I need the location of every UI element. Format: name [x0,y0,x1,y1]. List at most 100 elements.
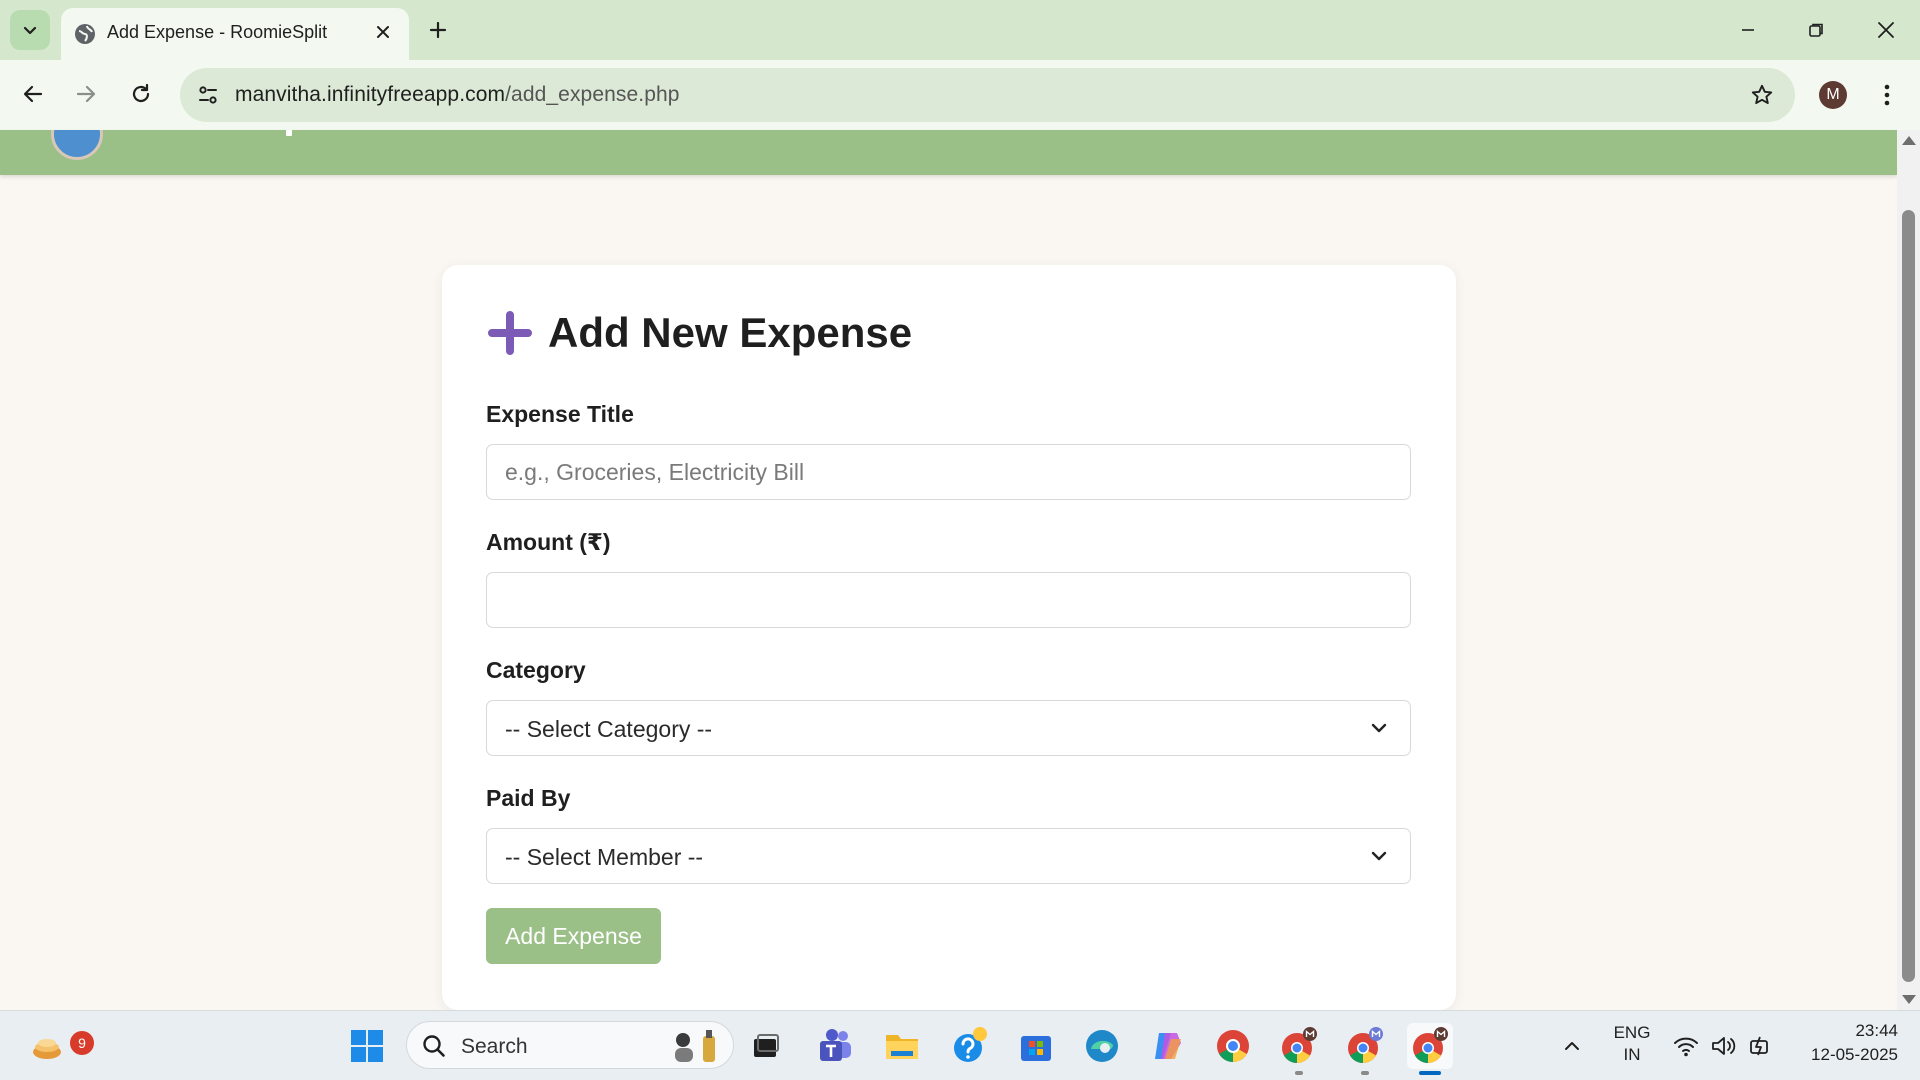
browser-menu-button[interactable] [1872,77,1902,113]
address-bar[interactable]: manvitha.infinityfreeapp.com/add_expense… [180,68,1795,122]
paid-by-select[interactable]: -- Select Member -- [486,828,1411,884]
expense-title-label: Expense Title [486,401,634,427]
add-expense-card: Add New Expense Expense Title Amount (₹)… [442,265,1456,1010]
wifi-icon [1674,1037,1698,1057]
edge-icon [1086,1030,1118,1062]
search-highlight-illustration-icon [675,1030,715,1062]
browser-toolbar: manvitha.infinityfreeapp.com/add_expense… [0,60,1920,130]
notification-badge: 9 [70,1031,94,1055]
reload-button[interactable] [121,74,161,114]
store-icon [1021,1036,1051,1061]
teams-icon [820,1029,851,1061]
clock[interactable]: 23:44 12-05-2025 [1790,1021,1910,1071]
card-header: Add New Expense [486,309,912,357]
active-indicator [1419,1071,1441,1075]
running-indicator [1295,1071,1303,1075]
running-indicator [1361,1071,1369,1075]
file-explorer-button[interactable] [879,1023,925,1069]
scroll-up-arrow[interactable] [1902,136,1916,145]
language-code: ENG [1613,1023,1651,1042]
copilot-icon [1155,1033,1181,1059]
category-selected-value: -- Select Category -- [505,716,713,742]
chrome-icon [1217,1030,1249,1062]
site-logo[interactable] [51,130,103,160]
widgets-button[interactable]: 9 [24,1023,94,1069]
tab-close-button[interactable] [367,16,399,48]
scroll-thumb[interactable] [1902,210,1915,982]
chrome-profile-3-button[interactable] [1407,1023,1453,1069]
page-scrollbar[interactable] [1897,130,1920,1010]
browser-tab-active[interactable]: Add Expense - RoomieSplit [61,8,409,60]
expense-title-input[interactable] [486,444,1411,500]
browser-tab-strip: Add Expense - RoomieSplit [0,0,1920,60]
back-button[interactable] [13,74,53,114]
chevron-down-icon [1371,723,1387,733]
star-icon [1751,84,1773,105]
close-window-button[interactable] [1862,10,1910,50]
task-view-button[interactable] [743,1023,789,1069]
more-vertical-icon [1884,84,1890,106]
tab-title: Add Expense - RoomieSplit [107,22,328,42]
minimize-icon [1742,29,1754,31]
close-icon [1878,22,1894,38]
language-indicator[interactable]: ENG IN [1608,1023,1656,1069]
paid-by-label: Paid By [486,785,571,811]
taskbar: 9 Search ENG IN 23:44 12-05-2025 [0,1010,1920,1080]
copilot-button[interactable] [1145,1023,1191,1069]
chevron-up-icon [1565,1042,1579,1050]
forward-button[interactable] [66,74,106,114]
category-label: Category [486,657,586,683]
edge-button[interactable] [1079,1023,1125,1069]
volume-icon [1712,1037,1736,1055]
new-tab-button[interactable] [420,12,456,48]
scroll-down-arrow[interactable] [1902,995,1916,1004]
reload-icon [132,83,150,103]
plus-icon [488,311,532,355]
taskbar-search[interactable]: Search [406,1021,734,1069]
arrow-right-icon [76,85,96,103]
folder-icon [886,1035,918,1059]
tab-search-button[interactable] [10,10,50,50]
site-name-fragment [286,130,292,136]
url-text[interactable]: manvitha.infinityfreeapp.com/add_expense… [235,83,680,107]
chrome-profile-1-button[interactable] [1276,1023,1322,1069]
teams-button[interactable] [812,1023,858,1069]
url-domain: manvitha.infinityfreeapp.com [235,83,506,106]
help-icon [954,1027,987,1062]
amount-input[interactable] [486,572,1411,628]
restore-button[interactable] [1792,10,1840,50]
wifi-button[interactable] [1668,1023,1704,1069]
battery-button[interactable] [1742,1023,1778,1069]
microsoft-store-button[interactable] [1013,1023,1059,1069]
category-select[interactable]: -- Select Category -- [486,700,1411,756]
close-icon [377,26,389,38]
restore-icon [1809,23,1823,37]
task-view-icon [754,1034,779,1057]
start-button[interactable] [344,1023,390,1069]
volume-button[interactable] [1706,1023,1742,1069]
region-code: IN [1623,1045,1641,1064]
add-expense-button[interactable]: Add Expense [486,908,661,964]
site-header [0,130,1897,175]
get-help-button[interactable] [947,1023,993,1069]
chrome-button[interactable] [1210,1023,1256,1069]
tune-icon [199,86,217,104]
battery-charging-icon [1750,1036,1768,1056]
paid-by-selected-value: -- Select Member -- [505,844,704,870]
chevron-down-icon [23,26,37,35]
profile-avatar[interactable]: M [1819,81,1847,109]
bookmark-button[interactable] [1747,80,1777,110]
search-icon [423,1035,445,1057]
chrome-profile-2-button[interactable] [1342,1023,1388,1069]
plus-icon [429,21,447,39]
chrome-profile-icon [1348,1027,1383,1063]
widgets-icon [33,1039,61,1059]
clock-time: 23:44 [1855,1021,1898,1040]
show-hidden-icons-button[interactable] [1552,1023,1592,1069]
amount-label: Amount (₹) [486,529,611,555]
globe-icon [75,24,95,44]
chrome-profile-icon [1413,1027,1448,1063]
site-info-button[interactable] [190,77,226,113]
minimize-button[interactable] [1724,10,1772,50]
search-label: Search [461,1035,528,1058]
